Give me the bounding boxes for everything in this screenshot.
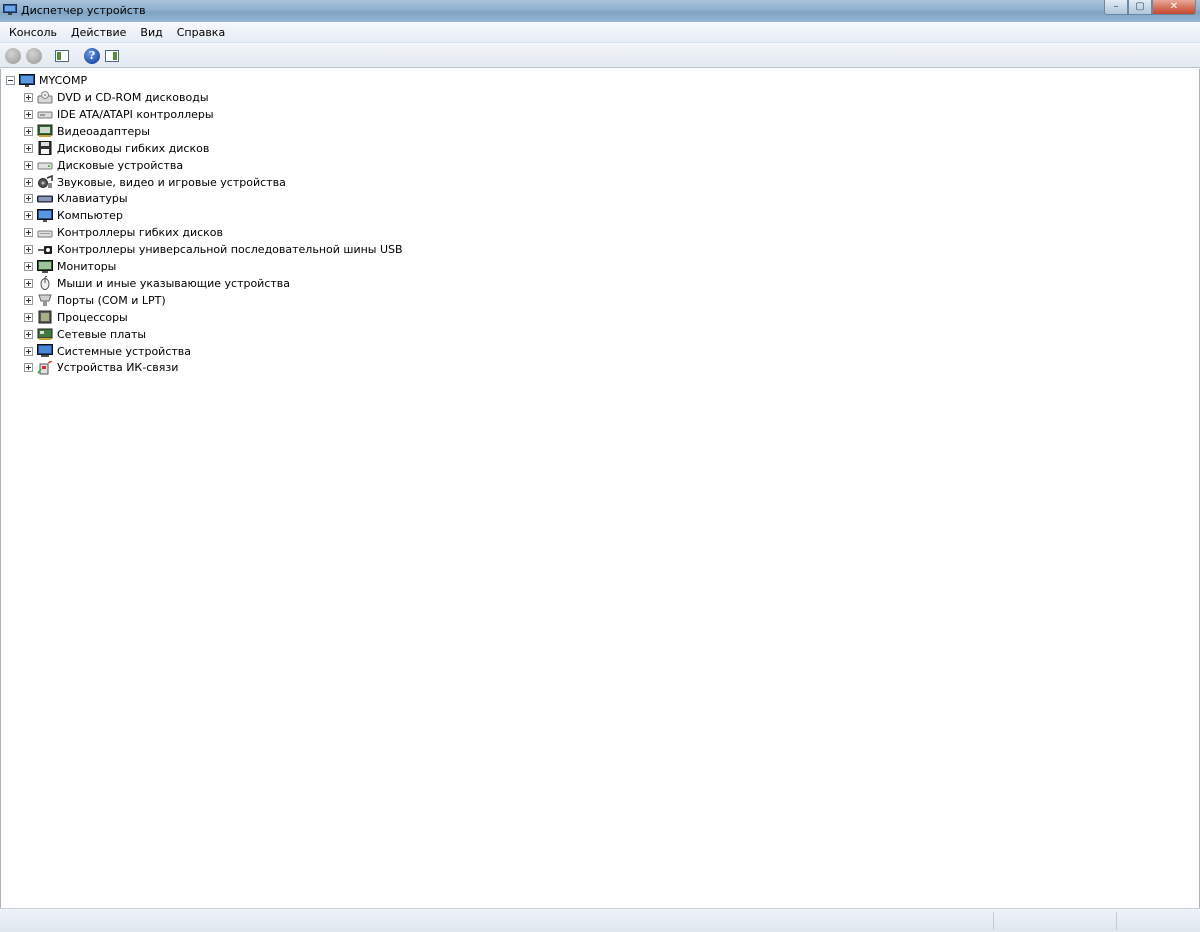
title-bar[interactable]: Диспетчер устройств – ▢ ✕ (0, 0, 1200, 22)
tree-item[interactable]: IDE ATA/ATAPI контроллеры (24, 106, 214, 123)
expand-toggle-icon[interactable] (24, 295, 33, 305)
expand-toggle-icon[interactable] (24, 211, 33, 221)
tree-item[interactable]: Устройства ИК-связи (24, 359, 178, 376)
menu-help[interactable]: Справка (169, 26, 231, 39)
tree-item-label: Процессоры (57, 310, 128, 324)
tree-item-label: DVD и CD-ROM дисководы (57, 91, 209, 104)
expand-toggle-icon[interactable] (24, 126, 33, 136)
tree-item[interactable]: Компьютер (24, 207, 123, 224)
close-button[interactable]: ✕ (1152, 0, 1196, 15)
ide-controller-icon (37, 107, 53, 121)
menu-view[interactable]: Вид (132, 26, 168, 39)
menu-bar: Консоль Действие Вид Справка (0, 22, 1200, 43)
tree-item[interactable]: Контроллеры гибких дисков (24, 224, 223, 241)
tree-item[interactable]: Звуковые, видео и игровые устройства (24, 174, 286, 191)
minimize-button[interactable]: – (1104, 0, 1128, 15)
tree-item-label: Мониторы (57, 260, 117, 273)
usb-controller-icon (37, 243, 53, 257)
tree-item-label: Дисковые устройства (57, 158, 184, 172)
tree-item[interactable]: DVD и CD-ROM дисководы (24, 89, 209, 106)
status-separator (993, 912, 994, 930)
optical-drive-icon (37, 90, 53, 105)
expand-toggle-icon[interactable] (24, 228, 33, 238)
show-hide-action-pane-icon[interactable] (105, 50, 119, 62)
tree-item[interactable]: Процессоры (24, 309, 128, 326)
back-icon[interactable] (5, 48, 21, 64)
tree-item[interactable]: Дисководы гибких дисков (24, 140, 209, 157)
show-hide-console-tree-icon[interactable] (55, 50, 69, 62)
close-icon: ✕ (1169, 1, 1179, 12)
device-manager-app-icon (3, 4, 17, 16)
expand-toggle-icon[interactable] (24, 262, 33, 271)
status-separator (1116, 912, 1117, 930)
monitor-icon (37, 259, 53, 274)
tree-item[interactable]: Мыши и иные указывающие устройства (24, 275, 290, 292)
floppy-controller-icon (37, 226, 53, 240)
menu-action[interactable]: Действие (63, 26, 132, 39)
expand-toggle-icon[interactable] (24, 143, 33, 153)
expand-toggle-icon[interactable] (24, 245, 33, 255)
help-icon[interactable]: ? (84, 48, 100, 64)
expand-toggle-icon[interactable] (24, 363, 33, 373)
tree-item-label: Дисководы гибких дисков (57, 141, 210, 155)
sound-device-icon (37, 175, 53, 189)
collapse-toggle-icon[interactable] (6, 76, 15, 85)
mouse-icon (37, 276, 53, 291)
infrared-device-icon (37, 360, 53, 375)
expand-toggle-icon[interactable] (24, 346, 33, 356)
tree-item-label: Клавиатуры (57, 192, 128, 206)
expand-toggle-icon[interactable] (24, 194, 33, 204)
processor-icon (37, 310, 53, 324)
tree-item[interactable]: Клавиатуры (24, 190, 128, 207)
tree-item-label: Порты (COM и LPT) (57, 293, 166, 307)
tree-item-label: Мыши и иные указывающие устройства (57, 276, 291, 290)
expand-toggle-icon[interactable] (24, 109, 33, 119)
keyboard-icon (37, 192, 53, 206)
tree-item[interactable]: Порты (COM и LPT) (24, 292, 166, 309)
expand-toggle-icon[interactable] (24, 177, 33, 187)
tree-item-label: Видеоадаптеры (57, 124, 150, 138)
tree-item-label: Контроллеры универсальной последовательн… (57, 243, 403, 257)
tree-item-label: IDE ATA/ATAPI контроллеры (57, 107, 214, 121)
window-controls: – ▢ ✕ (1104, 0, 1196, 16)
tree-item[interactable]: Дисковые устройства (24, 157, 183, 174)
expand-toggle-icon[interactable] (24, 329, 33, 339)
tree-item[interactable]: Видеоадаптеры (24, 123, 150, 140)
expand-toggle-icon[interactable] (24, 278, 33, 288)
display-adapter-icon (37, 124, 53, 138)
network-adapter-icon (37, 327, 53, 341)
floppy-drive-icon (37, 141, 53, 156)
tree-item-label: Звуковые, видео и игровые устройства (57, 175, 286, 189)
tree-item-label: Компьютер (57, 209, 123, 223)
computer-icon (19, 73, 35, 88)
tree-root-label: MYCOMP (39, 74, 88, 87)
maximize-button[interactable]: ▢ (1128, 0, 1152, 15)
computer-icon (37, 208, 53, 223)
tree-item[interactable]: Сетевые платы (24, 326, 146, 343)
window-title: Диспетчер устройств (21, 4, 146, 17)
status-bar (0, 908, 1200, 932)
forward-icon[interactable] (26, 48, 42, 64)
tree-item[interactable]: Мониторы (24, 258, 116, 275)
system-device-icon (37, 344, 53, 358)
expand-toggle-icon[interactable] (24, 312, 33, 322)
expand-toggle-icon[interactable] (24, 93, 33, 102)
port-icon (37, 293, 53, 307)
disk-drive-icon (37, 158, 53, 172)
tree-root[interactable]: MYCOMP (6, 72, 87, 89)
menu-console[interactable]: Консоль (0, 26, 63, 39)
tree-item-label: Сетевые платы (57, 327, 147, 341)
tree-item[interactable]: Системные устройства (24, 343, 191, 360)
minimize-icon: – (1113, 1, 1119, 12)
tree-item[interactable]: Контроллеры универсальной последовательн… (24, 241, 403, 258)
tree-item-label: Системные устройства (57, 344, 191, 358)
expand-toggle-icon[interactable] (24, 160, 33, 170)
device-tree-pane[interactable]: MYCOMP DVD и CD-ROM дисководы IDE ATA/ATA… (0, 69, 1200, 908)
toolbar: ? (0, 43, 1200, 68)
tree-item-label: Контроллеры гибких дисков (57, 226, 224, 240)
maximize-icon: ▢ (1135, 1, 1145, 12)
tree-item-label: Устройства ИК-связи (57, 361, 179, 375)
